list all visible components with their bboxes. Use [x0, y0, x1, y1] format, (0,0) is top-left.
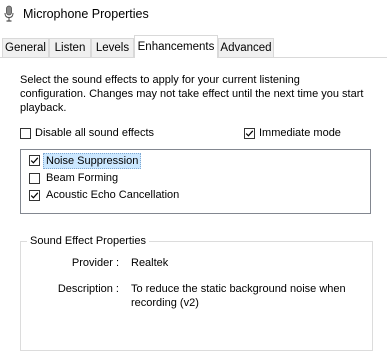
effects-list[interactable]: Noise Suppression Beam Forming Acoustic … [20, 149, 371, 214]
noise-suppression-checkbox[interactable] [29, 155, 40, 166]
window-title: Microphone Properties [23, 7, 149, 21]
tab-advanced[interactable]: Advanced [218, 38, 274, 57]
checkmark-icon [245, 130, 254, 137]
list-item-noise-suppression[interactable]: Noise Suppression [43, 153, 142, 169]
tab-listen[interactable]: Listen [49, 38, 91, 57]
list-item-acoustic-echo-cancellation[interactable]: Acoustic Echo Cancellation [44, 188, 181, 202]
description-text: Select the sound effects to apply for yo… [20, 74, 364, 114]
list-item-beam-forming[interactable]: Beam Forming [44, 171, 120, 185]
disable-all-checkbox[interactable] [20, 128, 31, 139]
checkmark-icon [30, 192, 39, 199]
provider-label: Provider : [71, 257, 119, 269]
provider-value: Realtek [131, 257, 169, 269]
tab-general[interactable]: General [2, 38, 49, 57]
description-value: To reduce the static background noise wh… [131, 283, 346, 309]
group-title: Sound Effect Properties [27, 234, 149, 248]
microphone-icon [3, 5, 15, 23]
immediate-mode-checkbox[interactable] [244, 128, 255, 139]
disable-all-label[interactable]: Disable all sound effects [35, 126, 154, 140]
beam-forming-checkbox[interactable] [29, 173, 40, 184]
tab-enhancements[interactable]: Enhancements [134, 35, 218, 58]
immediate-mode-label[interactable]: Immediate mode [259, 126, 341, 140]
checkmark-icon [30, 157, 39, 164]
tab-levels[interactable]: Levels [91, 38, 134, 57]
title-bar: Microphone Properties [0, 0, 387, 30]
echo-cancellation-checkbox[interactable] [29, 190, 40, 201]
description-label: Description : [57, 283, 119, 295]
